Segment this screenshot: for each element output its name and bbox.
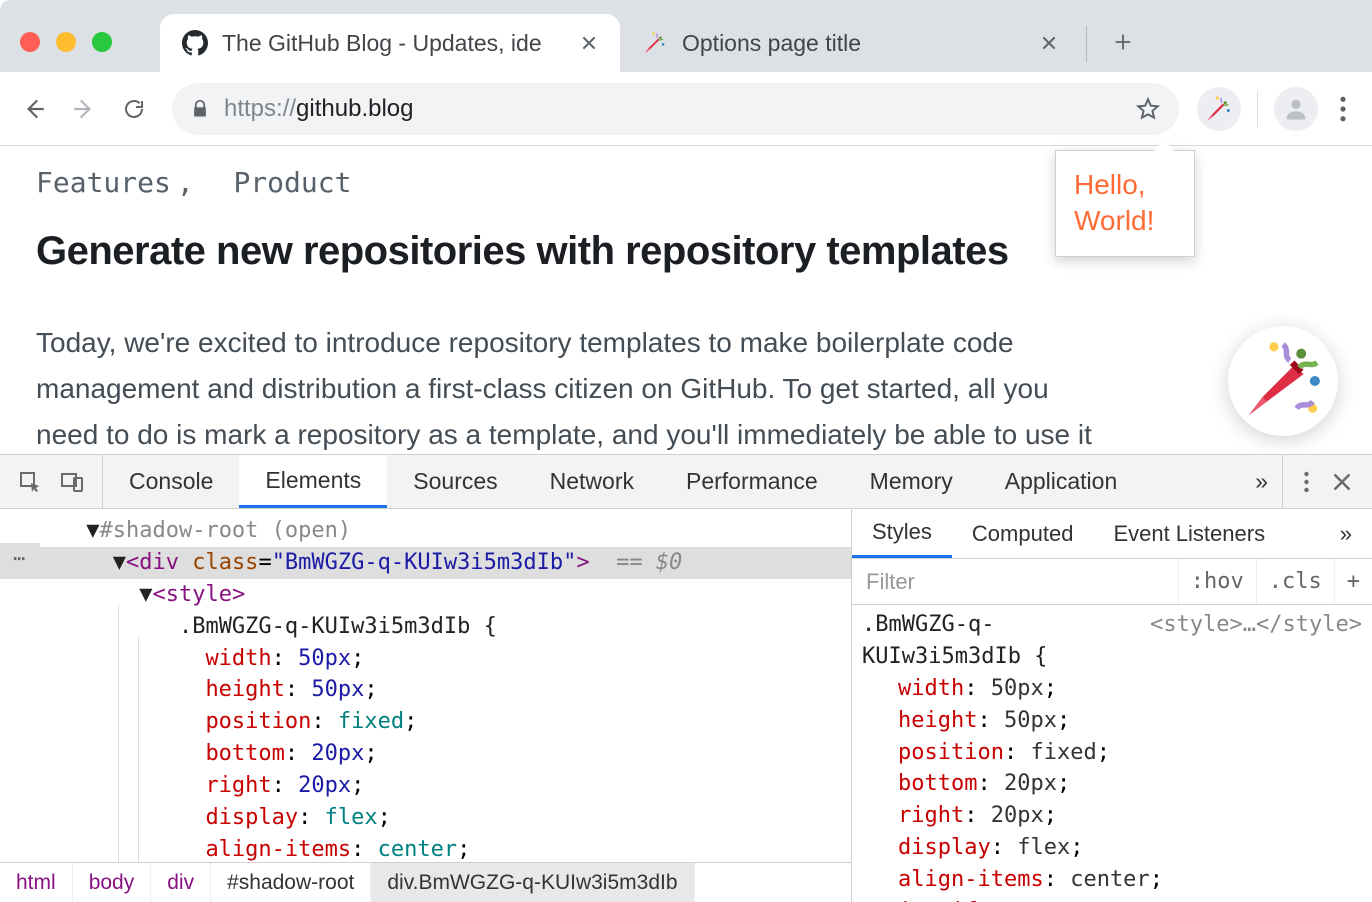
tab-close-icon[interactable] xyxy=(580,34,600,52)
page-title: Generate new repositories with repositor… xyxy=(36,229,1336,274)
css-declaration[interactable]: right: 20px; xyxy=(862,800,1362,832)
back-button[interactable] xyxy=(14,89,54,129)
styles-subtabs: StylesComputedEvent Listeners » xyxy=(852,509,1372,559)
devtools-tab-console[interactable]: Console xyxy=(103,455,239,508)
styles-rules[interactable]: .BmWGZG-q-<style>…</style>KUIw3i5m3dIb {… xyxy=(852,605,1372,902)
dom-node[interactable]: display: flex; xyxy=(0,802,851,834)
css-declaration[interactable]: position: fixed; xyxy=(862,737,1362,769)
breadcrumb-item[interactable]: #shadow-root xyxy=(211,863,371,902)
toolbar-separator xyxy=(1257,91,1258,127)
tab-title: The GitHub Blog - Updates, ide xyxy=(222,30,566,57)
lock-icon xyxy=(190,99,210,119)
dom-node[interactable]: right: 20px; xyxy=(0,770,851,802)
styles-tab-computed[interactable]: Computed xyxy=(952,509,1094,558)
devtools-tab-application[interactable]: Application xyxy=(979,455,1144,508)
party-popper-icon xyxy=(642,30,668,56)
hov-toggle[interactable]: :hov xyxy=(1178,559,1256,604)
dom-node[interactable]: ▼<div class="BmWGZG-q-KUIw3i5m3dIb"> == … xyxy=(0,547,851,579)
window-controls xyxy=(20,32,112,52)
inspect-element-icon[interactable] xyxy=(18,470,42,494)
page-content: Features, Product Generate new repositor… xyxy=(0,146,1372,454)
dom-node[interactable]: height: 50px; xyxy=(0,674,851,706)
styles-panel: StylesComputedEvent Listeners » Filter :h… xyxy=(852,509,1372,902)
styles-filter-input[interactable]: Filter xyxy=(852,569,1178,595)
devtools-tabs: ConsoleElementsSourcesNetworkPerformance… xyxy=(103,455,1241,508)
devtools-close-icon[interactable] xyxy=(1332,472,1352,492)
elements-dom-panel[interactable]: ⋯ ▼#shadow-root (open) ▼<div class="BmWG… xyxy=(0,509,852,902)
dom-node[interactable]: .BmWGZG-q-KUIw3i5m3dIb { xyxy=(0,611,851,643)
profile-avatar-button[interactable] xyxy=(1274,87,1318,131)
devtools-tab-performance[interactable]: Performance xyxy=(660,455,844,508)
dom-node[interactable]: align-items: center; xyxy=(0,834,851,862)
devtools-tab-elements[interactable]: Elements xyxy=(239,455,387,508)
browser-tab-active[interactable]: The GitHub Blog - Updates, ide xyxy=(160,14,620,72)
address-bar[interactable]: https://github.blog xyxy=(172,83,1179,135)
css-declaration[interactable]: align-items: center; xyxy=(862,864,1362,896)
window-minimize-button[interactable] xyxy=(56,32,76,52)
reload-button[interactable] xyxy=(114,89,154,129)
dom-node[interactable]: bottom: 20px; xyxy=(0,738,851,770)
collapsed-indicator[interactable]: ⋯ xyxy=(0,543,40,573)
device-toolbar-icon[interactable] xyxy=(60,470,84,494)
devtools-tab-sources[interactable]: Sources xyxy=(387,455,523,508)
bookmark-star-icon[interactable] xyxy=(1135,96,1161,122)
chrome-menu-button[interactable] xyxy=(1328,96,1358,122)
dom-breadcrumbs: htmlbodydiv#shadow-rootdiv.BmWGZG-q-KUIw… xyxy=(0,862,851,902)
new-rule-button[interactable]: + xyxy=(1334,559,1372,604)
devtools-menu-icon[interactable] xyxy=(1303,470,1310,494)
devtools: ConsoleElementsSourcesNetworkPerformance… xyxy=(0,454,1372,902)
tab-title: Options page title xyxy=(682,30,1026,57)
browser-tab[interactable]: Options page title xyxy=(620,14,1080,72)
post-categories: Features, Product xyxy=(36,166,1336,199)
tabs: The GitHub Blog - Updates, ide Options p… xyxy=(160,0,1145,72)
floating-extension-badge[interactable] xyxy=(1228,326,1338,436)
css-declaration[interactable]: height: 50px; xyxy=(862,705,1362,737)
browser-toolbar: https://github.blog xyxy=(0,72,1372,146)
category-link[interactable]: Features xyxy=(36,166,171,199)
github-icon xyxy=(182,30,208,56)
devtools-tab-memory[interactable]: Memory xyxy=(844,455,979,508)
devtools-tabbar: ConsoleElementsSourcesNetworkPerformance… xyxy=(0,455,1372,509)
breadcrumb-item[interactable]: html xyxy=(0,863,73,902)
css-declaration[interactable]: justify-content: center; xyxy=(862,896,1362,902)
styles-tab-styles[interactable]: Styles xyxy=(852,509,952,558)
devtools-tab-network[interactable]: Network xyxy=(524,455,660,508)
category-link[interactable]: Product xyxy=(233,166,351,199)
styles-tab-event-listeners[interactable]: Event Listeners xyxy=(1093,509,1285,558)
forward-button[interactable] xyxy=(64,89,104,129)
dom-node[interactable]: position: fixed; xyxy=(0,706,851,738)
css-declaration[interactable]: width: 50px; xyxy=(862,673,1362,705)
extension-button[interactable] xyxy=(1197,87,1241,131)
styles-more-tabs[interactable]: » xyxy=(1320,509,1372,558)
breadcrumb-item[interactable]: div.BmWGZG-q-KUIw3i5m3dIb xyxy=(371,863,694,902)
new-tab-button[interactable] xyxy=(1101,20,1145,64)
breadcrumb-item[interactable]: div xyxy=(151,863,211,902)
tab-separator xyxy=(1086,26,1087,62)
cls-toggle[interactable]: .cls xyxy=(1256,559,1334,604)
breadcrumb-item[interactable]: body xyxy=(73,863,152,902)
tab-close-icon[interactable] xyxy=(1040,34,1060,52)
dom-node[interactable]: width: 50px; xyxy=(0,643,851,675)
article-body: Today, we're excited to introduce reposi… xyxy=(36,320,1116,454)
window-maximize-button[interactable] xyxy=(92,32,112,52)
css-declaration[interactable]: display: flex; xyxy=(862,832,1362,864)
dom-node[interactable]: ▼#shadow-root (open) xyxy=(0,515,851,547)
url-text: https://github.blog xyxy=(224,95,1121,123)
dom-node[interactable]: ▼<style> xyxy=(0,579,851,611)
css-declaration[interactable]: bottom: 20px; xyxy=(862,768,1362,800)
browser-tab-strip: The GitHub Blog - Updates, ide Options p… xyxy=(0,0,1372,72)
window-close-button[interactable] xyxy=(20,32,40,52)
devtools-more-tabs[interactable]: » xyxy=(1241,455,1282,508)
